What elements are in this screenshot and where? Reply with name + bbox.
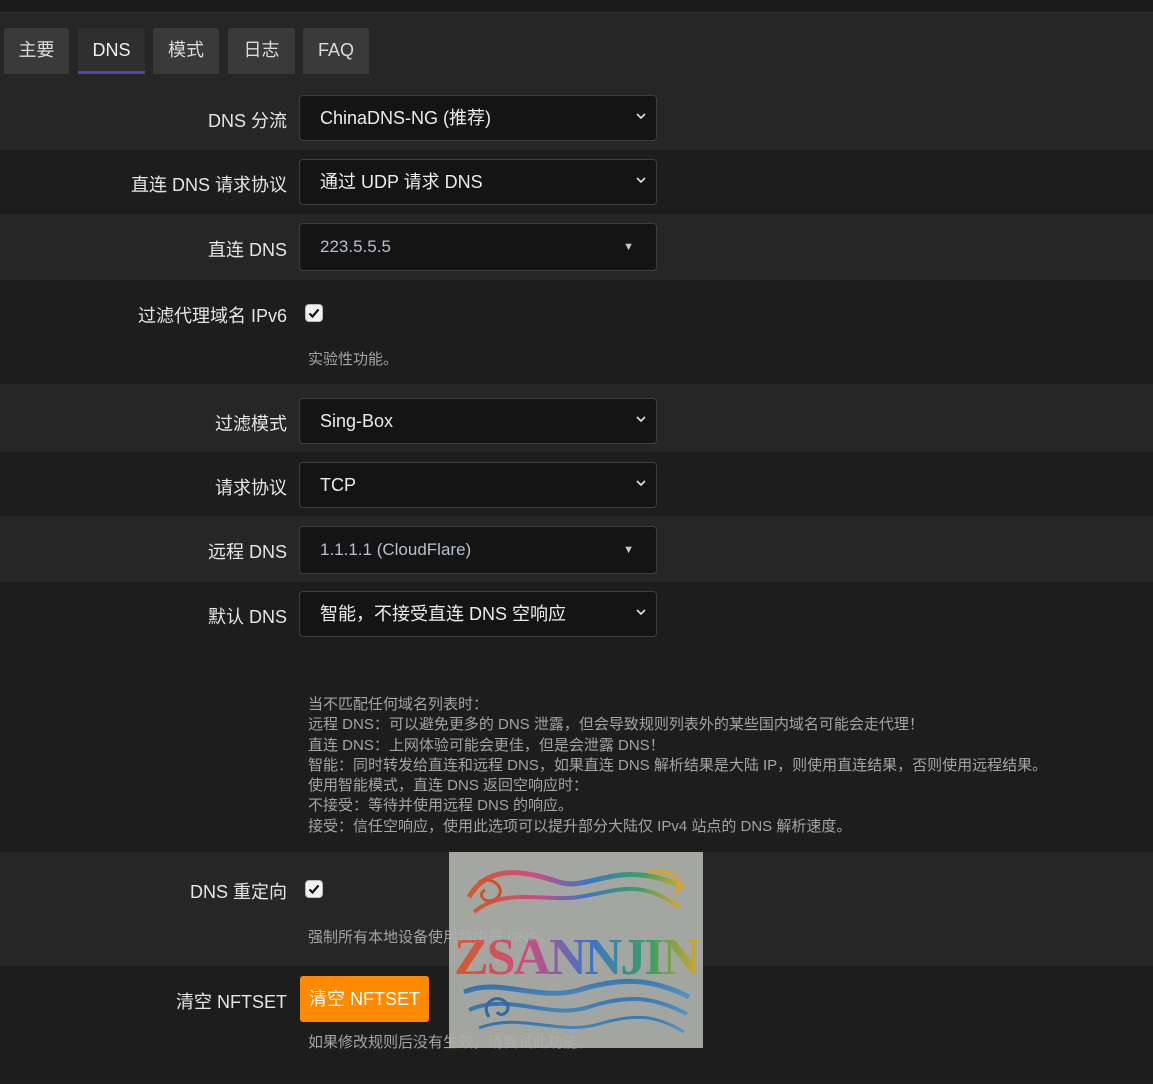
chevron-down-icon: [636, 609, 646, 616]
direct-protocol-select[interactable]: 通过 UDP 请求 DNS: [299, 159, 657, 205]
row-request-protocol: 请求协议 TCP: [0, 452, 1153, 516]
row-filter-mode: 过滤模式 Sing-Box: [0, 388, 1153, 452]
filter-ipv6-desc: 实验性功能。: [308, 351, 399, 368]
request-protocol-select[interactable]: TCP: [299, 462, 657, 508]
default-dns-desc: 当不匹配任何域名列表时： 远程 DNS：可以避免更多的 DNS 泄露，但会导致规…: [308, 696, 1048, 835]
default-dns-value: 智能，不接受直连 DNS 空响应: [320, 604, 567, 624]
watermark-swirl-art: ZSANNJIN: [454, 869, 701, 1034]
tab-bar: 主要 DNS 模式 日志 FAQ: [0, 28, 1153, 74]
chevron-down-icon: [636, 480, 646, 487]
remote-dns-value: 1.1.1.1 (CloudFlare): [320, 540, 472, 559]
dropdown-triangle-icon: ▼: [623, 544, 634, 556]
request-protocol-value: TCP: [320, 475, 356, 495]
tab-dns[interactable]: DNS: [78, 28, 145, 74]
check-icon: [308, 884, 320, 895]
remote-dns-combobox[interactable]: 1.1.1.1 (CloudFlare) ▼: [299, 526, 657, 574]
row-direct-dns: 直连 DNS 223.5.5.5 ▼: [0, 214, 1153, 280]
tab-faq[interactable]: FAQ: [303, 28, 369, 74]
dropdown-triangle-icon: ▼: [623, 241, 634, 253]
request-protocol-label: 请求协议: [215, 478, 287, 498]
chevron-down-icon: [636, 177, 646, 184]
tab-mode[interactable]: 模式: [153, 28, 219, 74]
filter-ipv6-label: 过滤代理域名 IPv6: [137, 306, 287, 326]
tab-main[interactable]: 主要: [4, 28, 69, 74]
direct-protocol-label: 直连 DNS 请求协议: [130, 175, 287, 195]
dns-split-value: ChinaDNS-NG (推荐): [320, 108, 492, 128]
tab-log[interactable]: 日志: [228, 28, 295, 74]
filter-mode-value: Sing-Box: [320, 411, 394, 431]
row-default-dns: 默认 DNS 智能，不接受直连 DNS 空响应 当不匹配任何域名列表时： 远程 …: [0, 582, 1153, 852]
direct-dns-label: 直连 DNS: [207, 240, 287, 260]
chevron-down-icon: [636, 113, 646, 120]
row-dns-split: DNS 分流 ChinaDNS-NG (推荐): [0, 86, 1153, 150]
watermark-logo: ZSANNJIN: [449, 852, 703, 1048]
default-dns-label: 默认 DNS: [207, 607, 287, 627]
default-dns-select[interactable]: 智能，不接受直连 DNS 空响应: [299, 591, 657, 637]
dns-redirect-label: DNS 重定向: [189, 882, 287, 902]
dns-redirect-checkbox[interactable]: [305, 880, 323, 898]
clear-nftset-button[interactable]: 清空 NFTSET: [300, 976, 429, 1022]
chevron-down-icon: [636, 416, 646, 423]
direct-protocol-value: 通过 UDP 请求 DNS: [320, 172, 483, 192]
top-bar: [0, 0, 1153, 13]
row-filter-ipv6: 过滤代理域名 IPv6 实验性功能。: [0, 280, 1153, 384]
dns-split-select[interactable]: ChinaDNS-NG (推荐): [299, 95, 657, 141]
row-direct-protocol: 直连 DNS 请求协议 通过 UDP 请求 DNS: [0, 150, 1153, 214]
row-remote-dns: 远程 DNS 1.1.1.1 (CloudFlare) ▼: [0, 516, 1153, 582]
clear-nftset-label: 清空 NFTSET: [176, 992, 287, 1012]
filter-ipv6-checkbox[interactable]: [305, 304, 323, 322]
filter-mode-select[interactable]: Sing-Box: [299, 398, 657, 444]
direct-dns-value: 223.5.5.5: [320, 237, 391, 256]
remote-dns-label: 远程 DNS: [207, 542, 287, 562]
check-icon: [308, 308, 320, 319]
direct-dns-combobox[interactable]: 223.5.5.5 ▼: [299, 223, 657, 271]
watermark-text: ZSANNJIN: [454, 929, 699, 986]
dns-split-label: DNS 分流: [207, 111, 287, 131]
filter-mode-label: 过滤模式: [215, 414, 287, 434]
